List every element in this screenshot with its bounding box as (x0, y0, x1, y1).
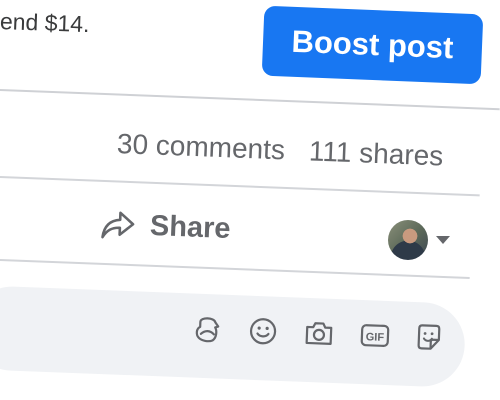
post-as-selector[interactable] (388, 220, 450, 260)
sticker-icon[interactable] (409, 318, 448, 357)
comment-input[interactable] (9, 304, 165, 353)
avatar (388, 220, 428, 260)
post-stats: 30 comments 111 shares (116, 128, 443, 173)
emoji-icon[interactable] (243, 312, 282, 351)
share-arrow-icon (99, 209, 136, 242)
chevron-down-icon (436, 236, 450, 244)
shares-count-link[interactable]: 111 shares (308, 135, 443, 171)
share-button[interactable]: Share (99, 208, 231, 246)
comments-count-link[interactable]: 30 comments (116, 128, 285, 165)
camera-icon[interactable] (299, 314, 338, 353)
svg-text:GIF: GIF (365, 331, 384, 344)
divider (0, 176, 480, 197)
boost-post-button[interactable]: Boost post (261, 5, 484, 85)
divider (0, 259, 470, 280)
gif-icon[interactable]: GIF (355, 316, 394, 355)
promo-text: end $14. (0, 8, 90, 38)
comment-composer: GIF (0, 285, 467, 388)
avatar-sticker-icon[interactable] (187, 309, 226, 348)
share-label: Share (149, 209, 232, 246)
divider (0, 89, 500, 111)
